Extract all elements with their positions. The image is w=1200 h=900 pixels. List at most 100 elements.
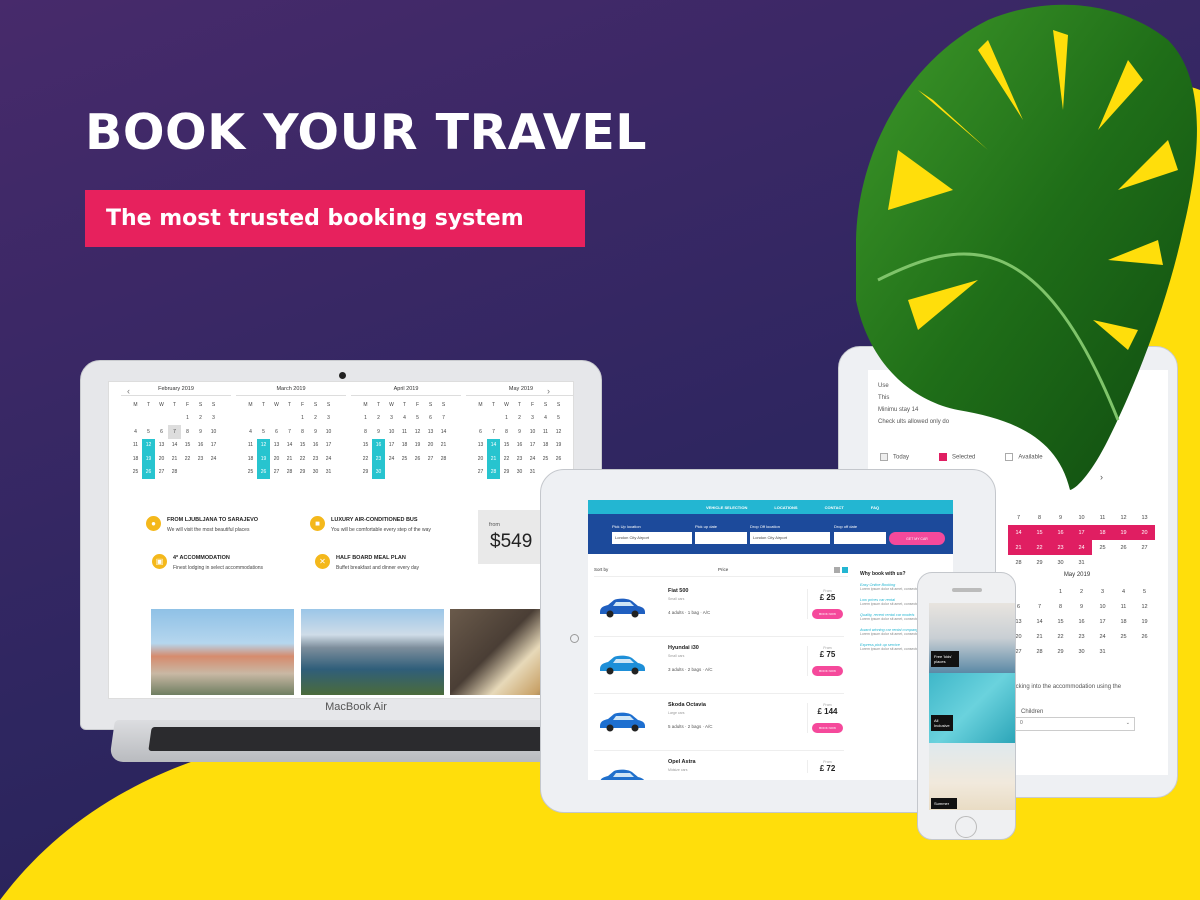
calendar-day[interactable]: 9 (513, 425, 526, 439)
calendar-day[interactable]: 1 (500, 412, 513, 426)
calendar-day[interactable]: 21 (437, 439, 450, 453)
calendar-day[interactable]: 17 (322, 439, 335, 453)
calendar-day[interactable]: 9 (309, 425, 322, 439)
calendar-day[interactable]: 1 (1050, 584, 1071, 599)
calendar-day[interactable]: 17 (526, 439, 539, 453)
calendar-day[interactable]: 21 (1008, 540, 1029, 555)
calendar-day[interactable]: 3 (385, 412, 398, 426)
calendar-day[interactable]: 26 (257, 465, 270, 479)
calendar-day[interactable]: 16 (194, 439, 207, 453)
grid-view-icon[interactable] (834, 567, 840, 573)
calendar-day[interactable]: 28 (1008, 555, 1029, 570)
sort-price[interactable]: Price (718, 567, 728, 572)
tablet-home-button[interactable] (570, 634, 579, 643)
calendar-day[interactable]: 7 (1029, 599, 1050, 614)
calendar-day[interactable]: 2 (372, 412, 385, 426)
nav-contact[interactable]: CONTACT (825, 505, 844, 510)
calendar-day[interactable]: 19 (142, 452, 155, 466)
nav-vehicle-selection[interactable]: VEHICLE SELECTION (706, 505, 747, 510)
calendar-day[interactable]: 23 (309, 452, 322, 466)
calendar-day[interactable]: 13 (155, 439, 168, 453)
calendar-day[interactable]: 7 (487, 425, 500, 439)
calendar-day[interactable]: 23 (194, 452, 207, 466)
calendar-day[interactable]: 28 (487, 465, 500, 479)
calendar-day[interactable]: 8 (296, 425, 309, 439)
calendar-day[interactable]: 15 (359, 439, 372, 453)
calendar-day[interactable]: 29 (1050, 644, 1071, 659)
calendar-day[interactable]: 18 (398, 439, 411, 453)
calendar-day[interactable]: 22 (296, 452, 309, 466)
dropoff-location-select[interactable]: London City Airport (750, 532, 830, 544)
calendar-day[interactable]: 7 (437, 412, 450, 426)
calendar-day[interactable]: 20 (474, 452, 487, 466)
calendar-day[interactable]: 14 (1029, 614, 1050, 629)
calendar-day[interactable]: 8 (1029, 510, 1050, 525)
calendar-day[interactable]: 24 (322, 452, 335, 466)
calendar-day[interactable]: 21 (283, 452, 296, 466)
nav-locations[interactable]: LOCATIONS (774, 505, 797, 510)
calendar-day[interactable]: 1 (296, 412, 309, 426)
calendar-day[interactable]: 31 (1071, 555, 1092, 570)
calendar-day[interactable]: 22 (359, 452, 372, 466)
calendar-day[interactable]: 17 (385, 439, 398, 453)
calendar-day[interactable]: 9 (372, 425, 385, 439)
calendar-day[interactable]: 28 (168, 466, 181, 480)
calendar-day[interactable]: 29 (296, 466, 309, 480)
calendar-day[interactable]: 4 (539, 412, 552, 426)
calendar-day[interactable]: 30 (513, 466, 526, 480)
calendar-day[interactable]: 15 (500, 439, 513, 453)
calendar-day[interactable]: 7 (283, 425, 296, 439)
calendar-day[interactable]: 22 (1029, 540, 1050, 555)
book-now-button[interactable]: BOOK NOW (812, 609, 843, 619)
calendar-day[interactable]: 26 (411, 452, 424, 466)
calendar-day[interactable]: 8 (359, 425, 372, 439)
calendar-day[interactable]: 26 (142, 465, 155, 479)
calendar-day[interactable]: 8 (500, 425, 513, 439)
calendar-day[interactable]: 21 (1029, 629, 1050, 644)
calendar-day[interactable]: 21 (168, 452, 181, 466)
list-view-icon[interactable] (842, 567, 848, 573)
calendar-day[interactable]: 27 (474, 466, 487, 480)
calendar-day[interactable]: 17 (1092, 614, 1113, 629)
calendar-day[interactable]: 24 (207, 452, 220, 466)
calendar-day[interactable]: 19 (257, 452, 270, 466)
children-select[interactable]: 0 ⌄ (1015, 717, 1135, 731)
calendar-day[interactable]: 11 (244, 439, 257, 453)
calendar-day[interactable]: 6 (270, 425, 283, 439)
calendar-day[interactable]: 5 (411, 412, 424, 426)
calendar-day[interactable]: 4 (398, 412, 411, 426)
book-now-button[interactable]: BOOK NOW (812, 666, 843, 676)
calendar-day[interactable]: 24 (526, 452, 539, 466)
calendar-day[interactable]: 5 (142, 425, 155, 439)
calendar-day[interactable]: 18 (129, 452, 142, 466)
calendar-day[interactable]: 1 (359, 412, 372, 426)
calendar-day[interactable]: 5 (257, 425, 270, 439)
calendar-day[interactable]: 5 (1134, 584, 1155, 599)
calendar-day[interactable]: 8 (1050, 599, 1071, 614)
calendar-day[interactable]: 21 (487, 452, 500, 466)
calendar-day[interactable]: 9 (1050, 510, 1071, 525)
calendar-day[interactable]: 2 (194, 412, 207, 426)
calendar-day[interactable]: 10 (207, 425, 220, 439)
calendar-day[interactable]: 13 (474, 439, 487, 453)
calendar-day[interactable]: 16 (309, 439, 322, 453)
calendar-day[interactable]: 24 (385, 452, 398, 466)
calendar-day[interactable]: 5 (552, 412, 565, 426)
calendar-day[interactable]: 29 (500, 466, 513, 480)
pickup-date-input[interactable] (695, 532, 747, 544)
calendar-day[interactable]: 4 (1113, 584, 1134, 599)
calendar-day[interactable]: 30 (309, 466, 322, 480)
calendar-day[interactable]: 3 (526, 412, 539, 426)
calendar-day[interactable]: 22 (181, 452, 194, 466)
calendar-day[interactable]: 23 (372, 452, 385, 466)
pickup-location-select[interactable]: London City Airport (612, 532, 692, 544)
calendar-day[interactable]: 17 (207, 439, 220, 453)
nav-faq[interactable]: FAQ (871, 505, 879, 510)
calendar-day[interactable]: 28 (1029, 644, 1050, 659)
calendar-day[interactable]: 18 (539, 439, 552, 453)
calendar-day[interactable]: 13 (424, 425, 437, 439)
calendar-day[interactable]: 12 (1134, 599, 1155, 614)
calendar-day[interactable]: 7 (168, 425, 181, 439)
calendar-day[interactable]: 28 (283, 466, 296, 480)
calendar-day[interactable]: 26 (1134, 629, 1155, 644)
